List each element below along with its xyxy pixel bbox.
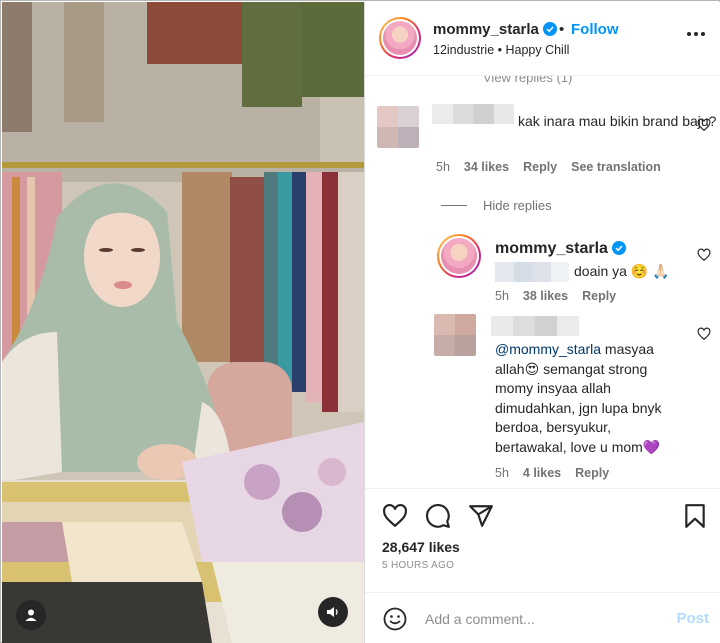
reply-author-avatar[interactable]	[437, 234, 481, 278]
emoji-icon[interactable]	[383, 607, 407, 631]
author-username-text[interactable]: mommy_starla	[433, 21, 539, 38]
commenter-name-blurred[interactable]	[432, 104, 514, 124]
hide-replies-label[interactable]: Hide replies	[483, 198, 552, 213]
reply-text: doain ya ☺️ 🙏🏻	[574, 263, 670, 279]
reply-username-text[interactable]: mommy_starla	[495, 240, 608, 257]
post-comment-button[interactable]: Post	[676, 610, 709, 627]
reply-username[interactable]: mommy_starla	[495, 240, 626, 258]
header-separator: •	[559, 21, 565, 38]
heart-icon[interactable]	[697, 248, 711, 262]
sound-icon	[327, 607, 338, 617]
comment-meta: 5h 4 likes Reply	[495, 466, 609, 480]
hide-replies-toggle[interactable]: Hide replies	[441, 198, 552, 213]
reply-button[interactable]: Reply	[582, 289, 616, 303]
tagged-users-button[interactable]	[16, 600, 46, 630]
bookmark-icon[interactable]	[682, 503, 708, 529]
user-tag-icon	[25, 609, 37, 621]
author-username[interactable]: mommy_starla	[433, 21, 557, 38]
post-timestamp[interactable]: 5 HOURS AGO	[382, 560, 454, 571]
commenter-avatar-blurred[interactable]	[377, 106, 419, 148]
reply-button[interactable]: Reply	[523, 160, 557, 174]
comment-meta: 5h 34 likes Reply See translation	[436, 160, 661, 174]
comment-time: 5h	[436, 160, 450, 174]
verified-badge-icon	[611, 241, 626, 255]
heart-icon[interactable]	[697, 118, 711, 132]
comment-text: kak inara mau bikin brand baju?	[518, 113, 717, 129]
user-mention-link[interactable]: @mommy_starla	[495, 341, 601, 357]
comment-time: 5h	[495, 466, 509, 480]
comment-likes[interactable]: 4 likes	[523, 466, 561, 480]
post-sidebar: mommy_starla • Follow 12industrie • Happ…	[364, 2, 720, 643]
post-media-image[interactable]	[2, 2, 364, 643]
commenter-avatar-blurred[interactable]	[434, 314, 476, 356]
share-icon[interactable]	[468, 503, 494, 529]
heart-icon[interactable]	[382, 503, 408, 529]
follow-button[interactable]: Follow	[571, 21, 619, 38]
comment-text: @mommy_starla masyaa allah😍 semangat str…	[495, 341, 662, 455]
verified-badge-icon	[542, 22, 557, 36]
add-comment-bar: Post	[365, 592, 720, 643]
comment-icon[interactable]	[425, 503, 451, 529]
heart-icon[interactable]	[697, 327, 711, 341]
view-replies-link[interactable]: View replies (1)	[483, 76, 572, 85]
likes-count[interactable]: 28,647 likes	[382, 539, 460, 555]
author-avatar[interactable]	[379, 17, 421, 59]
post-actions: 28,647 likes 5 HOURS AGO	[365, 488, 720, 588]
comments-list[interactable]: View replies (1) kak inara mau bikin bra…	[365, 76, 720, 488]
photo-illustration	[2, 2, 364, 643]
post-subtitle[interactable]: 12industrie • Happy Chill	[433, 43, 569, 57]
see-translation-button[interactable]: See translation	[571, 160, 661, 174]
reply-button[interactable]: Reply	[575, 466, 609, 480]
commenter-name-blurred[interactable]	[491, 316, 579, 336]
reply-mention-blurred[interactable]	[495, 262, 569, 282]
post-dialog: mommy_starla • Follow 12industrie • Happ…	[0, 0, 720, 643]
post-header: mommy_starla • Follow 12industrie • Happ…	[365, 2, 720, 76]
reply-time: 5h	[495, 289, 509, 303]
more-options-icon[interactable]	[687, 32, 707, 38]
divider-line	[441, 205, 467, 206]
comment-likes[interactable]: 34 likes	[464, 160, 509, 174]
reply-likes[interactable]: 38 likes	[523, 289, 568, 303]
reply-meta: 5h 38 likes Reply	[495, 289, 616, 303]
comment-input[interactable]	[425, 605, 655, 633]
sound-toggle-button[interactable]	[318, 597, 348, 627]
